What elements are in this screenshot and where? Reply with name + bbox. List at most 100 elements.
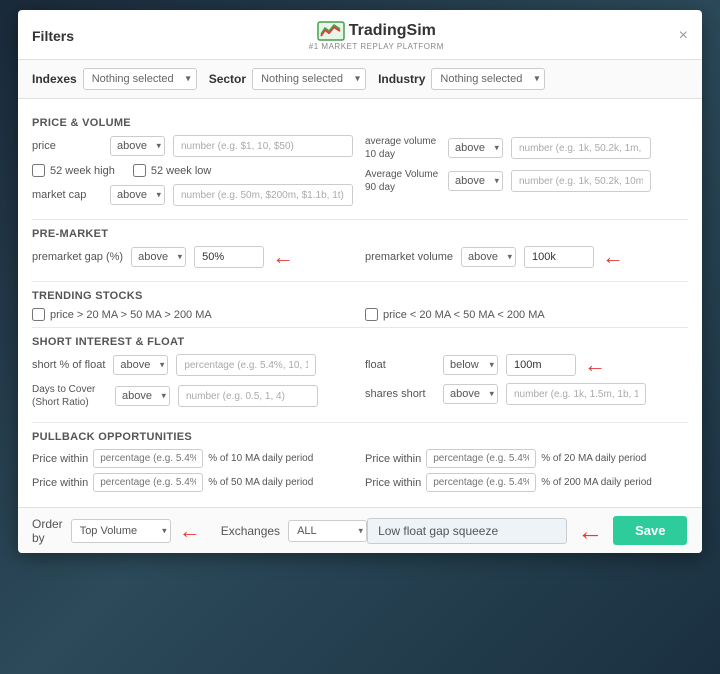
sector-filter-group: Sector Nothing selected: [209, 68, 366, 90]
price-within-label-2: Price within: [365, 453, 421, 465]
float-condition-select[interactable]: abovebelow: [443, 355, 498, 375]
pullback-section-title: PULLBACK OPPORTUNITIES: [32, 431, 688, 443]
premarket-volume-label: premarket volume: [365, 251, 453, 263]
days-cover-cond-wrap: abovebelow: [115, 386, 170, 406]
order-by-group: Order by Top Volume Top Gainers Top Lose…: [32, 517, 201, 545]
order-by-select-wrap: Top Volume Top Gainers Top Losers: [71, 519, 171, 543]
short-float-grid: short % of float abovebelow Days to Cove…: [32, 354, 688, 416]
sector-select-wrapper: Nothing selected: [252, 68, 366, 90]
exchanges-group: Exchanges ALLNYSENASDAQ: [221, 520, 367, 542]
short-float-condition-select[interactable]: abovebelow: [113, 355, 168, 375]
indexes-filter-group: Indexes Nothing selected: [32, 68, 197, 90]
bottom-left: Order by Top Volume Top Gainers Top Lose…: [32, 517, 367, 545]
price-within-label-3: Price within: [32, 477, 88, 489]
days-cover-condition-select[interactable]: abovebelow: [115, 386, 170, 406]
industry-filter-group: Industry Nothing selected: [378, 68, 545, 90]
bottom-right: ← Save ←: [367, 516, 702, 545]
pullback-10ma-input[interactable]: [93, 449, 203, 468]
price-volume-section-title: PRICE & VOLUME: [32, 117, 688, 129]
bottom-bar: Order by Top Volume Top Gainers Top Lose…: [18, 507, 702, 553]
trending-cond1-checkbox[interactable]: [32, 308, 45, 321]
trending-cond2-label[interactable]: price < 20 MA < 50 MA < 200 MA: [365, 308, 688, 321]
float-input[interactable]: [506, 354, 576, 376]
trending-grid: price > 20 MA > 50 MA > 200 MA price < 2…: [32, 308, 688, 321]
week52-high-checkbox[interactable]: [32, 164, 45, 177]
price-row: price abovebelow: [32, 135, 355, 157]
days-cover-input[interactable]: [178, 385, 318, 407]
pullback-row-2-left: Price within % of 50 MA daily period: [32, 473, 355, 492]
avg-volume-90-row: Average Volume90 day abovebelow: [365, 168, 688, 194]
exchanges-select[interactable]: ALLNYSENASDAQ: [288, 520, 367, 542]
shares-short-condition-select[interactable]: abovebelow: [443, 384, 498, 404]
gap-condition-select[interactable]: abovebelow: [131, 247, 186, 267]
red-arrow-volume: ←: [602, 246, 624, 268]
pullback-right: Price within % of 20 MA daily period Pri…: [365, 449, 688, 497]
shares-short-input[interactable]: [506, 383, 646, 405]
short-float-input[interactable]: [176, 354, 316, 376]
market-cap-condition-wrap: abovebelow: [110, 185, 165, 205]
exchanges-select-wrap: ALLNYSENASDAQ: [288, 520, 367, 542]
close-button[interactable]: ×: [679, 27, 688, 45]
brand-name: TradingSim: [349, 22, 436, 40]
pullback-left: Price within % of 10 MA daily period Pri…: [32, 449, 355, 497]
week52-low-checkbox[interactable]: [133, 164, 146, 177]
indexes-label: Indexes: [32, 72, 77, 86]
trending-section-title: TRENDING STOCKS: [32, 290, 688, 302]
week52-row: 52 week high 52 week low: [32, 164, 355, 177]
trending-cond1-text: price > 20 MA > 50 MA > 200 MA: [50, 309, 212, 321]
price-volume-right: average volume10 day abovebelow Average …: [365, 135, 688, 213]
short-float-right: float abovebelow ← shares short: [365, 354, 688, 416]
red-arrow-save2: ←: [697, 518, 702, 544]
avg-vol-10-input[interactable]: [511, 137, 651, 159]
vol-condition-wrap: abovebelow: [461, 247, 516, 267]
week52-low-label: 52 week low: [151, 165, 212, 177]
avg-vol-90-input[interactable]: [511, 170, 651, 192]
divider-2: [32, 281, 688, 282]
pullback-20ma-input[interactable]: [426, 449, 536, 468]
avg-volume-10-row: average volume10 day abovebelow: [365, 135, 688, 161]
shares-short-label: shares short: [365, 388, 435, 400]
week52-high-label: 52 week high: [50, 165, 115, 177]
strategy-name-input[interactable]: [367, 518, 567, 544]
avg-vol-90-condition-select[interactable]: abovebelow: [448, 171, 503, 191]
indexes-select-wrapper: Nothing selected: [83, 68, 197, 90]
premarket-gap-input[interactable]: [194, 246, 264, 268]
short-float-row: short % of float abovebelow: [32, 354, 355, 376]
week52-high-checkbox-label[interactable]: 52 week high: [32, 164, 115, 177]
premarket-gap-label: premarket gap (%): [32, 251, 123, 263]
pre-market-grid: premarket gap (%) abovebelow ← premarket…: [32, 246, 688, 275]
pullback-50ma-input[interactable]: [93, 473, 203, 492]
indexes-select[interactable]: Nothing selected: [83, 68, 197, 90]
modal-overlay: Filters TradingSim #1 MARKET REPLAY PLAT…: [0, 0, 720, 674]
sector-select[interactable]: Nothing selected: [252, 68, 366, 90]
avg-vol-10-condition-wrap: abovebelow: [448, 138, 503, 158]
trending-cond1-label[interactable]: price > 20 MA > 50 MA > 200 MA: [32, 308, 355, 321]
float-cond-wrap: abovebelow: [443, 355, 498, 375]
pullback-200ma-input[interactable]: [426, 473, 536, 492]
week52-low-checkbox-label[interactable]: 52 week low: [133, 164, 212, 177]
premarket-volume-input[interactable]: [524, 246, 594, 268]
short-float-section-title: SHORT INTEREST & FLOAT: [32, 336, 688, 348]
price-condition-select[interactable]: abovebelow: [110, 136, 165, 156]
save-button[interactable]: Save: [613, 516, 687, 545]
price-condition-wrap: abovebelow: [110, 136, 165, 156]
days-cover-row: Days to Cover(Short Ratio) abovebelow: [32, 383, 355, 409]
days-cover-label: Days to Cover(Short Ratio): [32, 383, 107, 409]
industry-select[interactable]: Nothing selected: [431, 68, 545, 90]
market-cap-condition-select[interactable]: abovebelow: [110, 185, 165, 205]
price-input[interactable]: [173, 135, 353, 157]
shares-short-row: shares short abovebelow: [365, 383, 688, 405]
float-row: float abovebelow ←: [365, 354, 688, 376]
gap-condition-wrap: abovebelow: [131, 247, 186, 267]
divider-4: [32, 422, 688, 423]
avg-vol-10-condition-select[interactable]: abovebelow: [448, 138, 503, 158]
order-by-select[interactable]: Top Volume Top Gainers Top Losers: [71, 519, 171, 543]
vol-condition-select[interactable]: abovebelow: [461, 247, 516, 267]
pullback-10ma-suffix: % of 10 MA daily period: [208, 453, 313, 464]
short-float-left: short % of float abovebelow Days to Cove…: [32, 354, 355, 416]
market-cap-input[interactable]: [173, 184, 353, 206]
avg-vol-90-condition-wrap: abovebelow: [448, 171, 503, 191]
red-arrow-order: ←: [179, 520, 201, 542]
exchanges-label: Exchanges: [221, 524, 280, 538]
trending-cond2-checkbox[interactable]: [365, 308, 378, 321]
